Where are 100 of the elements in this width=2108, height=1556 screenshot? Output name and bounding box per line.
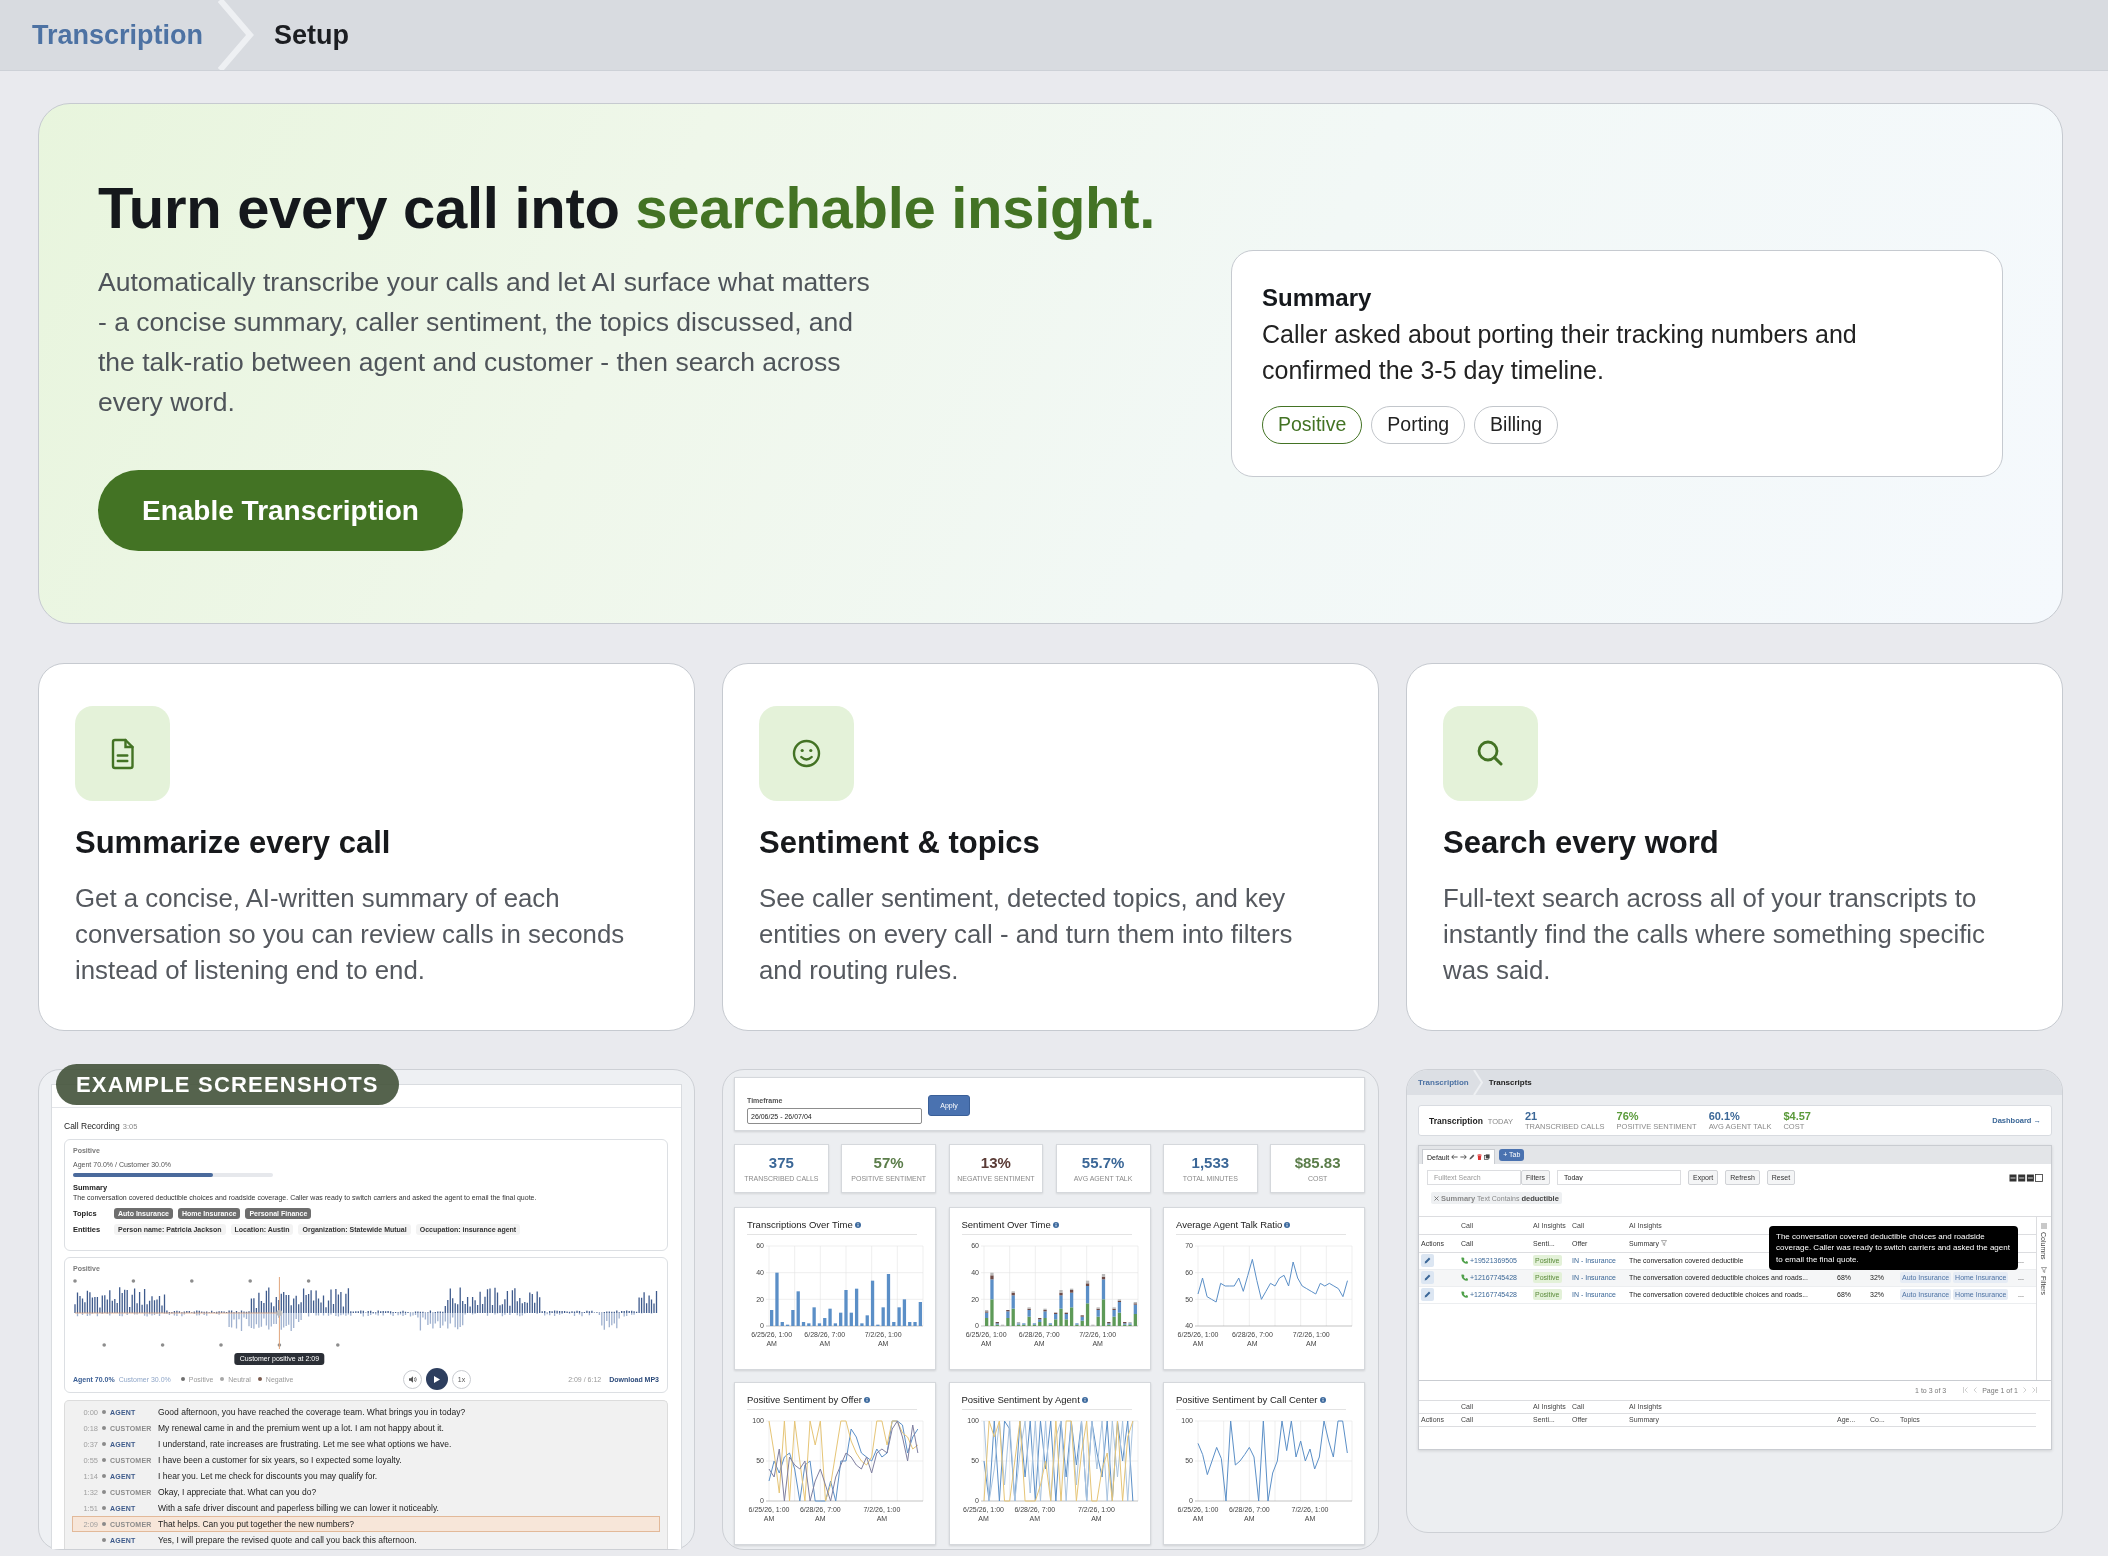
info-icon [1319, 1396, 1326, 1403]
edit-button[interactable] [1421, 1271, 1434, 1284]
breadcrumb-current: Transcripts [1488, 1078, 1532, 1087]
bar [1026, 1316, 1031, 1326]
feature-description: Get a concise, AI-written summary of each conversation so you can review calls in seconds instead of listening end to end. [75, 883, 626, 986]
breadcrumb-link[interactable]: Transcription [32, 19, 204, 51]
transcript-text: Okay, I appreciate that. What can you do? [158, 1487, 318, 1497]
bar [1011, 1295, 1015, 1309]
bar [1058, 1295, 1063, 1309]
trash-icon [1477, 1154, 1483, 1160]
bar [833, 1323, 838, 1326]
playhead[interactable] [276, 1277, 283, 1349]
dot-icon [102, 1410, 106, 1414]
funnel-icon [1660, 1240, 1667, 1246]
bar [775, 1272, 779, 1326]
stat-value: 55.7% [1081, 1154, 1125, 1171]
headline: Turn every call into searchable insight. [98, 176, 1157, 240]
edit-button[interactable] [1421, 1254, 1434, 1267]
bar [828, 1308, 832, 1326]
search-icon [1443, 706, 1538, 801]
bar [1053, 1319, 1057, 1326]
chart-title: Sentiment Over Time [961, 1218, 1051, 1231]
bar [1085, 1303, 1089, 1326]
pencil-icon [1469, 1154, 1476, 1160]
bar [1058, 1308, 1063, 1326]
transcript-text: I hear you. Let me check for discounts you may qualify for. [158, 1471, 379, 1481]
transcript-text: Yes, I will prepare the revised quote and call you back this afternoon. [158, 1535, 418, 1545]
stat-value: $85.83 [1294, 1154, 1341, 1171]
bar [881, 1307, 885, 1326]
dot-icon [102, 1538, 106, 1542]
feature-title: Search every word [1443, 824, 1720, 862]
bar [1117, 1302, 1121, 1313]
dot-icon [102, 1522, 106, 1526]
edit-button[interactable] [1421, 1288, 1434, 1301]
bar [1042, 1311, 1047, 1318]
topic-tag: Porting [1371, 406, 1466, 444]
phone-icon [1461, 1291, 1468, 1298]
feature-description: Full-text search across all of your transcripts to instantly find the calls where something specific was said. [1443, 883, 1986, 986]
bar [870, 1280, 875, 1326]
bar [902, 1299, 907, 1326]
right-arrow-icon [1460, 1154, 1468, 1160]
breadcrumb-link[interactable]: Transcription [1418, 1078, 1469, 1087]
row-density-icon[interactable] [2009, 1173, 2043, 1182]
phone-icon [1461, 1274, 1468, 1281]
bar [886, 1274, 891, 1326]
summary-text: Caller asked about porting their tracking numbers and confirmed the 3-5 day timeline. [1262, 319, 1858, 386]
tooltip: The conversation covered deductible choices and roadside coverage. Caller was ready to switch carriers and asked the agent to email the final quote. [1769, 1226, 2018, 1270]
transcript-text: That helps. Can you put together the new numbers? [158, 1519, 356, 1529]
bar [791, 1310, 795, 1326]
bar [860, 1323, 864, 1326]
section-title: Call Recording [64, 1120, 120, 1132]
dot-icon [102, 1474, 106, 1478]
info-icon [1284, 1221, 1291, 1228]
copy-icon [1484, 1154, 1491, 1160]
close-icon [1434, 1195, 1439, 1201]
dot-icon [102, 1506, 106, 1510]
info-icon [854, 1221, 861, 1228]
bar [865, 1315, 869, 1326]
enable-transcription-button[interactable]: Enable Transcription [98, 470, 463, 551]
left-arrow-icon [1451, 1154, 1459, 1160]
transcript-text: I understand, rate increases are frustrating. Let me see what options we have. [158, 1439, 453, 1449]
bar [807, 1323, 811, 1326]
document-icon [75, 706, 170, 801]
sentiment-tag: Positive [1262, 406, 1363, 444]
dot-icon [102, 1442, 106, 1446]
bar [801, 1322, 806, 1326]
bar [1111, 1310, 1116, 1317]
bar [989, 1279, 994, 1300]
topic-tag: Billing [1474, 406, 1559, 444]
play-button[interactable] [426, 1368, 448, 1390]
phone-icon [1461, 1257, 1468, 1264]
stats-title: Transcription [1429, 1115, 1483, 1126]
chevron-icon [215, 0, 256, 70]
bar [1042, 1318, 1047, 1326]
chart-title: Positive Sentiment by Agent [961, 1393, 1080, 1406]
transcript-text: With a safe driver discount and paperless billing we can lower it noticeably. [158, 1503, 440, 1513]
stat-value: 375 [768, 1154, 794, 1171]
bar [1111, 1316, 1116, 1326]
bar [770, 1310, 774, 1326]
breadcrumb-current: Setup [274, 19, 350, 51]
bar [854, 1288, 859, 1326]
bar [1026, 1310, 1031, 1317]
section-badge: EXAMPLE SCREENSHOTS [56, 1064, 399, 1105]
dot-icon [102, 1458, 106, 1462]
bar [1101, 1299, 1105, 1326]
bar [897, 1307, 901, 1326]
bar [796, 1291, 800, 1326]
stat-value: 13% [980, 1154, 1011, 1171]
pencil-icon [1424, 1257, 1431, 1264]
bar [1005, 1318, 1010, 1326]
bar [989, 1275, 994, 1280]
volume-button[interactable] [403, 1369, 422, 1389]
feature-title: Summarize every call [75, 824, 392, 862]
info-icon [1052, 1221, 1059, 1228]
pencil-icon [1424, 1291, 1431, 1298]
bar [780, 1322, 784, 1326]
bar [908, 1322, 912, 1326]
bar [1064, 1319, 1068, 1326]
stat-value: 57% [873, 1154, 904, 1171]
stat-value: 1,533 [1191, 1154, 1230, 1171]
